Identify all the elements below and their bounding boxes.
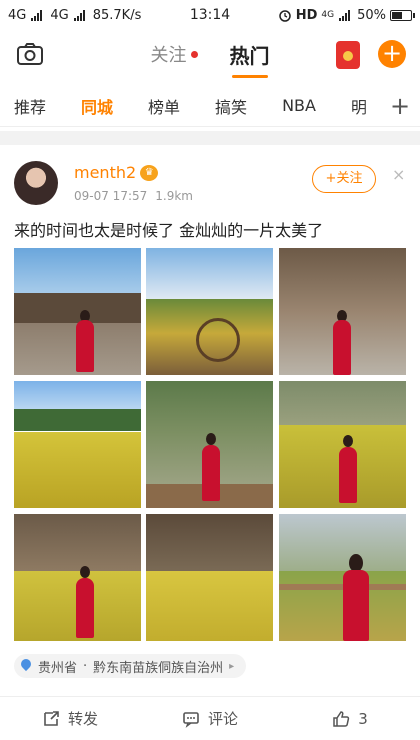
tab-hot-label: 热门 (229, 43, 270, 68)
photo-3[interactable] (279, 248, 406, 375)
location-tag[interactable]: 贵州省 · 黔东南苗族侗族自治州 ▸ (14, 654, 247, 678)
location-province: 贵州省 (38, 660, 78, 676)
network-type-3: 4G (321, 9, 335, 20)
chevron-right-icon: ▸ (229, 660, 235, 672)
category-add-button[interactable]: + (380, 85, 420, 126)
alarm-icon (278, 10, 291, 22)
post-date: 09-07 17:57 (74, 189, 148, 203)
tab-following[interactable]: 关注 (151, 41, 198, 67)
repost-icon (44, 710, 59, 726)
top-header: 关注 热门 + (0, 30, 420, 78)
photo-4[interactable] (14, 381, 141, 508)
category-local[interactable]: 同城 (81, 94, 113, 118)
photo-5[interactable] (146, 381, 273, 508)
tab-hot[interactable]: 热门 (229, 40, 270, 78)
post-author[interactable]: menth2 ♛ (74, 163, 159, 182)
location-separator: · (83, 658, 88, 674)
photo-2[interactable] (146, 248, 273, 375)
signal-icon (31, 9, 43, 21)
signal-icon-3 (339, 9, 351, 21)
comment-label: 评论 (207, 710, 238, 728)
location-area: 黔东南苗族侗族自治州 (93, 660, 224, 676)
like-count: 3 (358, 709, 368, 728)
comment-button[interactable]: 评论 (140, 697, 280, 740)
battery-percent: 50% (357, 7, 386, 23)
post-text: 来的时间也太是时候了 金灿灿的一片太美了 (14, 221, 324, 240)
section-divider (0, 131, 420, 145)
category-recommend[interactable]: 推荐 (14, 94, 46, 118)
post-actions: 转发 评论 3 (0, 696, 420, 740)
plus-icon[interactable]: + (378, 40, 406, 68)
vip-badge-icon: ♛ (140, 165, 159, 181)
avatar[interactable] (14, 161, 58, 205)
post-meta: 09-07 17:57 1.9km (74, 189, 193, 203)
photo-7[interactable] (14, 514, 141, 641)
category-rankings[interactable]: 榜单 (148, 94, 180, 118)
battery-icon (390, 9, 415, 21)
category-list: 推荐 同城 榜单 搞笑 NBA 明 (0, 94, 380, 118)
post-distance: 1.9km (155, 189, 193, 203)
signal-icon-2 (73, 9, 85, 21)
location-pin-icon (18, 656, 34, 673)
photo-6[interactable] (279, 381, 406, 508)
tab-following-label: 关注 (150, 45, 187, 66)
network-type-1: 4G (8, 7, 27, 23)
repost-label: 转发 (67, 710, 98, 728)
photo-8[interactable] (146, 514, 273, 641)
photo-9[interactable] (279, 514, 406, 641)
status-bar: 4G 4G 85.7K/s 13:14 HD 4G 50% (0, 0, 420, 30)
category-bar: 推荐 同城 榜单 搞笑 NBA 明 + (0, 85, 420, 127)
photo-grid (14, 248, 406, 641)
category-celebrity[interactable]: 明 (351, 94, 367, 118)
photo-1[interactable] (14, 248, 141, 375)
category-funny[interactable]: 搞笑 (215, 94, 247, 118)
comment-icon (183, 711, 199, 728)
network-type-2: 4G (50, 7, 69, 23)
category-nba[interactable]: NBA (282, 96, 316, 115)
like-icon (333, 710, 350, 727)
status-right: HD 4G 50% (278, 7, 415, 23)
notification-dot (190, 50, 198, 58)
like-button[interactable]: 3 (280, 697, 420, 740)
red-packet-icon[interactable] (336, 41, 360, 69)
network-speed: 85.7K/s (92, 7, 142, 23)
close-icon[interactable]: × (392, 165, 405, 184)
follow-button[interactable]: +关注 (312, 165, 376, 193)
hd-label: HD (295, 7, 318, 23)
username[interactable]: menth2 (74, 163, 136, 182)
repost-button[interactable]: 转发 (0, 697, 140, 740)
status-left: 4G 4G 85.7K/s (8, 8, 141, 23)
